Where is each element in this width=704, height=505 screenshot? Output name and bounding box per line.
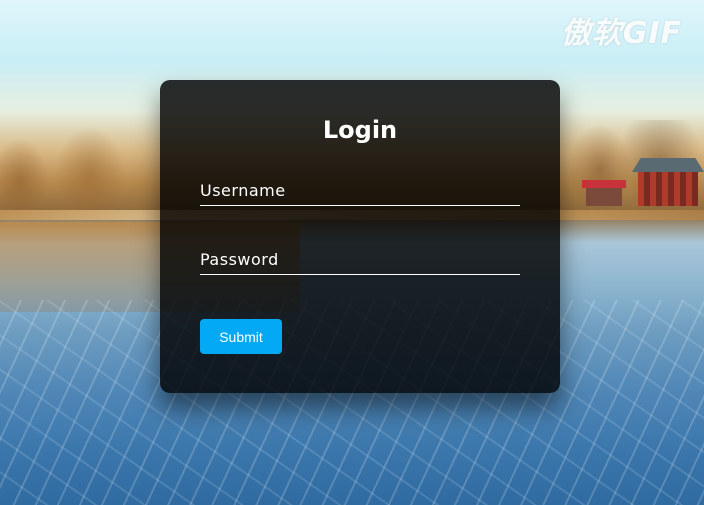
login-panel: Login Username Password Submit xyxy=(160,80,560,393)
background-stall xyxy=(582,180,626,206)
password-field-group: Password xyxy=(200,245,520,275)
background-pavilion xyxy=(632,158,704,208)
username-input[interactable] xyxy=(200,176,520,206)
pavilion-roof xyxy=(632,158,704,172)
watermark-logo: 傲软GIF xyxy=(560,16,682,51)
submit-button[interactable]: Submit xyxy=(200,319,282,354)
login-form: Username Password Submit xyxy=(200,176,520,354)
login-title: Login xyxy=(322,116,398,144)
stall-roof xyxy=(582,180,626,188)
password-input[interactable] xyxy=(200,245,520,275)
stall-body xyxy=(586,188,622,206)
background-scene: 傲软GIF Login Username Password Submit xyxy=(0,0,704,505)
pavilion-body xyxy=(638,172,698,206)
username-field-group: Username xyxy=(200,176,520,206)
